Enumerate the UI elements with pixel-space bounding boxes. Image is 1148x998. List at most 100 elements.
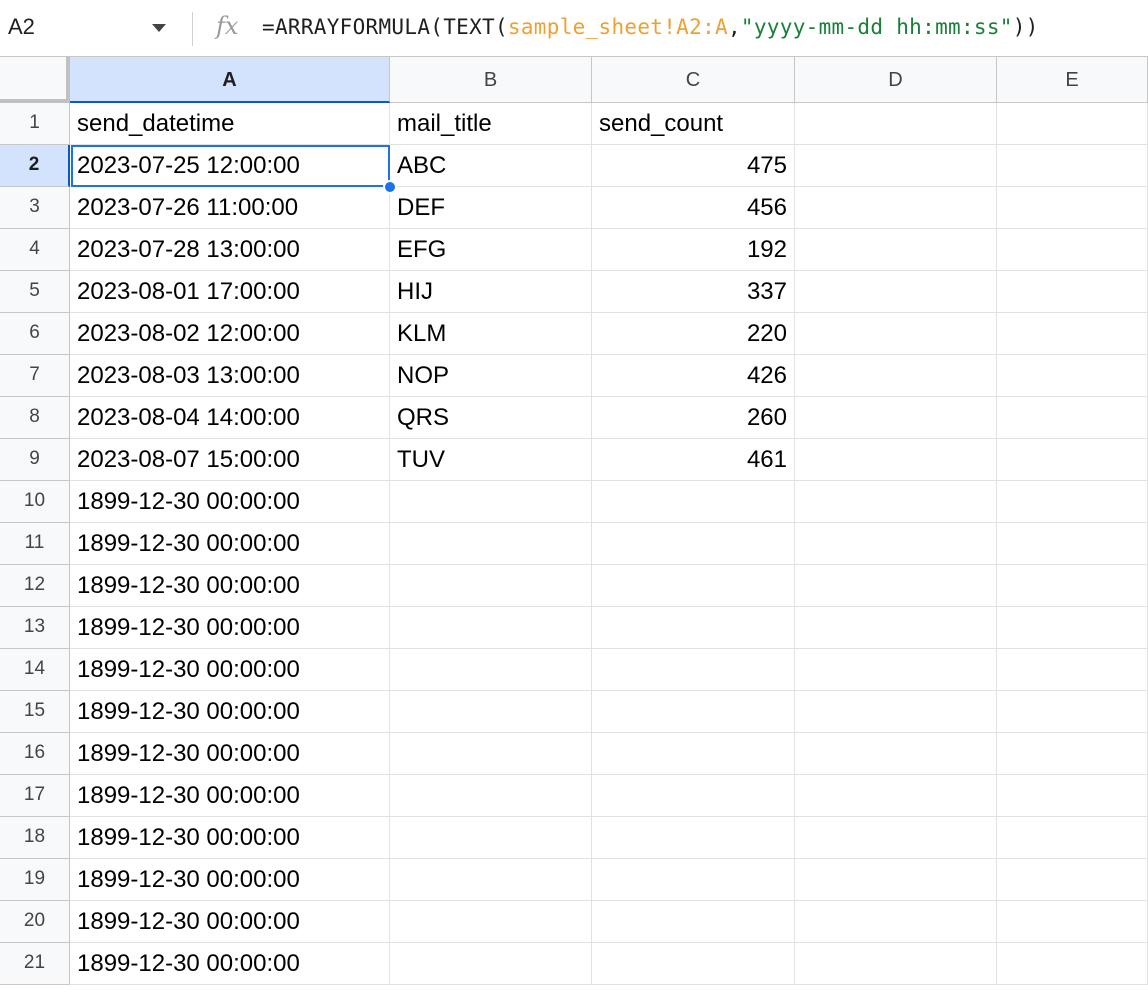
cell-b2[interactable]: ABC (390, 145, 592, 187)
row-header-18[interactable]: 18 (0, 817, 70, 859)
cell-a13[interactable]: 1899-12-30 00:00:00 (70, 607, 390, 649)
cell-d11[interactable] (795, 523, 997, 565)
cell-a2[interactable]: 2023-07-25 12:00:00 (70, 145, 390, 187)
cell-a15[interactable]: 1899-12-30 00:00:00 (70, 691, 390, 733)
cell-e17[interactable] (997, 775, 1148, 817)
row-header-17[interactable]: 17 (0, 775, 70, 817)
cell-d17[interactable] (795, 775, 997, 817)
row-header-1[interactable]: 1 (0, 103, 70, 145)
cell-d12[interactable] (795, 565, 997, 607)
cell-b18[interactable] (390, 817, 592, 859)
cell-a4[interactable]: 2023-07-28 13:00:00 (70, 229, 390, 271)
cell-c2[interactable]: 475 (592, 145, 795, 187)
column-header-a[interactable]: A (70, 57, 390, 103)
column-header-c[interactable]: C (592, 57, 795, 103)
cell-c19[interactable] (592, 859, 795, 901)
cell-d1[interactable] (795, 103, 997, 145)
cell-c13[interactable] (592, 607, 795, 649)
cell-b8[interactable]: QRS (390, 397, 592, 439)
cell-e9[interactable] (997, 439, 1148, 481)
cell-e4[interactable] (997, 229, 1148, 271)
row-header-9[interactable]: 9 (0, 439, 70, 481)
cell-a9[interactable]: 2023-08-07 15:00:00 (70, 439, 390, 481)
row-header-15[interactable]: 15 (0, 691, 70, 733)
cell-a11[interactable]: 1899-12-30 00:00:00 (70, 523, 390, 565)
cell-d13[interactable] (795, 607, 997, 649)
cell-e3[interactable] (997, 187, 1148, 229)
cell-d15[interactable] (795, 691, 997, 733)
cell-c5[interactable]: 337 (592, 271, 795, 313)
cell-c16[interactable] (592, 733, 795, 775)
cell-d5[interactable] (795, 271, 997, 313)
cell-c6[interactable]: 220 (592, 313, 795, 355)
cell-a18[interactable]: 1899-12-30 00:00:00 (70, 817, 390, 859)
row-header-19[interactable]: 19 (0, 859, 70, 901)
row-header-11[interactable]: 11 (0, 523, 70, 565)
cell-d6[interactable] (795, 313, 997, 355)
cell-d19[interactable] (795, 859, 997, 901)
cell-e16[interactable] (997, 733, 1148, 775)
cell-d14[interactable] (795, 649, 997, 691)
cell-b1[interactable]: mail_title (390, 103, 592, 145)
cell-c9[interactable]: 461 (592, 439, 795, 481)
row-header-20[interactable]: 20 (0, 901, 70, 943)
cell-d18[interactable] (795, 817, 997, 859)
cell-d3[interactable] (795, 187, 997, 229)
cell-d9[interactable] (795, 439, 997, 481)
cell-b3[interactable]: DEF (390, 187, 592, 229)
cell-e19[interactable] (997, 859, 1148, 901)
cell-b12[interactable] (390, 565, 592, 607)
cell-e13[interactable] (997, 607, 1148, 649)
cell-c4[interactable]: 192 (592, 229, 795, 271)
row-header-21[interactable]: 21 (0, 943, 70, 985)
cell-a8[interactable]: 2023-08-04 14:00:00 (70, 397, 390, 439)
column-header-e[interactable]: E (997, 57, 1148, 103)
cell-e15[interactable] (997, 691, 1148, 733)
cell-b7[interactable]: NOP (390, 355, 592, 397)
cell-e14[interactable] (997, 649, 1148, 691)
fill-handle[interactable] (383, 180, 397, 194)
cell-d20[interactable] (795, 901, 997, 943)
cell-a21[interactable]: 1899-12-30 00:00:00 (70, 943, 390, 985)
cell-c12[interactable] (592, 565, 795, 607)
cell-d16[interactable] (795, 733, 997, 775)
row-header-10[interactable]: 10 (0, 481, 70, 523)
row-header-4[interactable]: 4 (0, 229, 70, 271)
cell-a16[interactable]: 1899-12-30 00:00:00 (70, 733, 390, 775)
cell-b21[interactable] (390, 943, 592, 985)
cell-b20[interactable] (390, 901, 592, 943)
cell-a3[interactable]: 2023-07-26 11:00:00 (70, 187, 390, 229)
cell-b6[interactable]: KLM (390, 313, 592, 355)
cell-e2[interactable] (997, 145, 1148, 187)
cell-d7[interactable] (795, 355, 997, 397)
cell-c14[interactable] (592, 649, 795, 691)
cell-c8[interactable]: 260 (592, 397, 795, 439)
column-header-d[interactable]: D (795, 57, 997, 103)
cell-b4[interactable]: EFG (390, 229, 592, 271)
formula-input[interactable]: =ARRAYFORMULA(TEXT(sample_sheet!A2:A,"yy… (262, 15, 1039, 39)
cell-a20[interactable]: 1899-12-30 00:00:00 (70, 901, 390, 943)
cell-e1[interactable] (997, 103, 1148, 145)
cell-c17[interactable] (592, 775, 795, 817)
cell-a6[interactable]: 2023-08-02 12:00:00 (70, 313, 390, 355)
cell-d10[interactable] (795, 481, 997, 523)
cell-b10[interactable] (390, 481, 592, 523)
cell-e21[interactable] (997, 943, 1148, 985)
cell-e8[interactable] (997, 397, 1148, 439)
cell-e12[interactable] (997, 565, 1148, 607)
cell-b16[interactable] (390, 733, 592, 775)
cell-c21[interactable] (592, 943, 795, 985)
cell-a12[interactable]: 1899-12-30 00:00:00 (70, 565, 390, 607)
row-header-2[interactable]: 2 (0, 145, 70, 187)
select-all-corner[interactable] (0, 57, 70, 103)
cell-c15[interactable] (592, 691, 795, 733)
name-box[interactable]: A2 (8, 14, 35, 40)
cell-a7[interactable]: 2023-08-03 13:00:00 (70, 355, 390, 397)
cell-d8[interactable] (795, 397, 997, 439)
cell-b14[interactable] (390, 649, 592, 691)
cell-b11[interactable] (390, 523, 592, 565)
cell-a1[interactable]: send_datetime (70, 103, 390, 145)
cell-a5[interactable]: 2023-08-01 17:00:00 (70, 271, 390, 313)
cell-b19[interactable] (390, 859, 592, 901)
cell-e18[interactable] (997, 817, 1148, 859)
